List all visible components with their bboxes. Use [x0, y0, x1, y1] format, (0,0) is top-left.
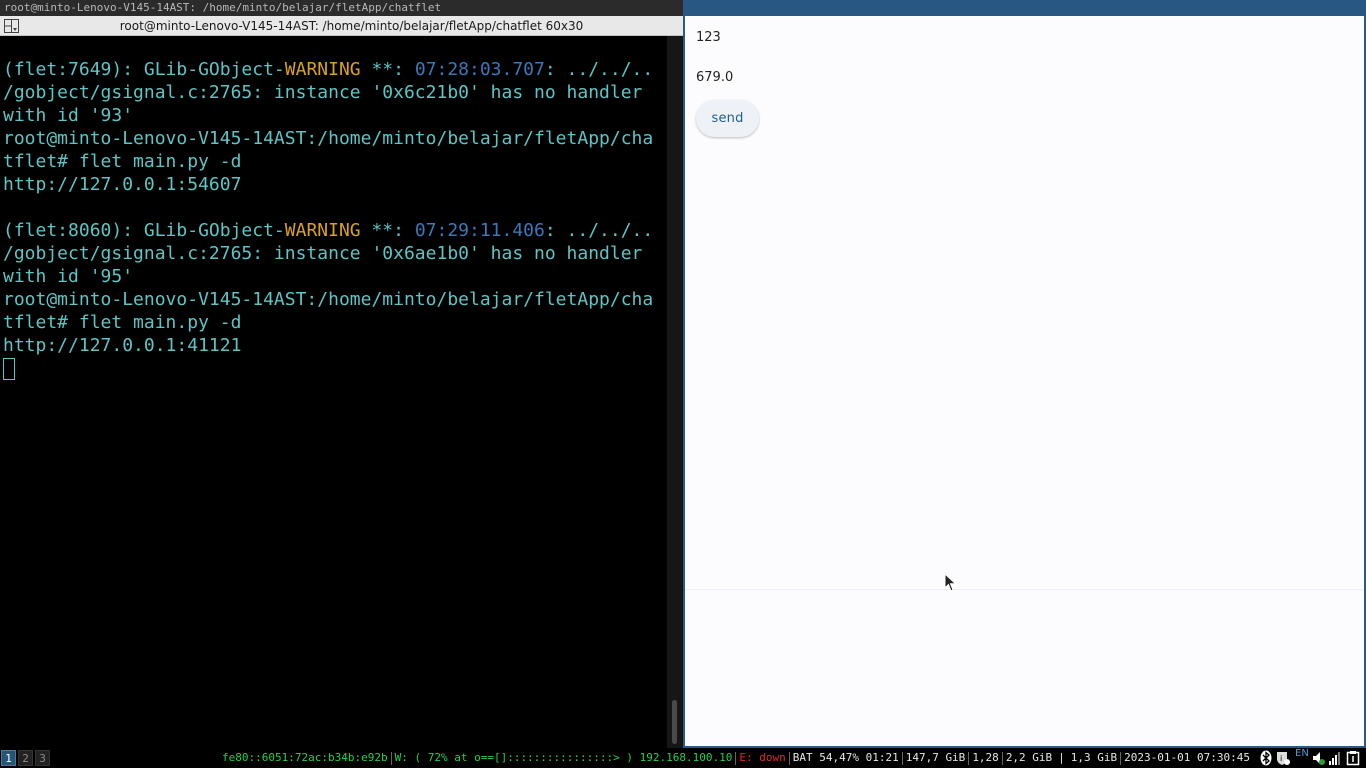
terminal-text-segment: tflet# flet main.py -d — [3, 312, 242, 333]
terminal-text-segment: WARNING — [284, 59, 361, 80]
terminal-text-segment: **: — [360, 220, 415, 241]
status-ethernet: E: down — [739, 751, 786, 764]
terminal-text-segment: 07:28:03.707 — [414, 59, 545, 80]
app-content: 123 679.0 send — [685, 16, 1364, 746]
system-tray: i EN — [1256, 748, 1366, 768]
status-datetime: 2023-01-01 07:30:45 — [1124, 751, 1250, 764]
mouse-pointer-icon — [944, 573, 957, 592]
status-wifi: W: ( 72% at o==[]::::::::::::::::> ) 192… — [394, 751, 733, 764]
terminal-text-segment: http://127.0.0.1:54607 — [3, 174, 242, 195]
text-value-1: 123 — [696, 30, 721, 45]
keyboard-layout[interactable]: EN — [1295, 748, 1309, 759]
terminal-scrollbar[interactable] — [667, 36, 683, 748]
bluetooth-icon[interactable] — [1260, 750, 1272, 766]
terminal-line: (flet:7649): GLib-GObject-WARNING **: 07… — [3, 58, 667, 81]
terminal-line: with id '95' — [3, 265, 667, 288]
status-disk: 147,7 GiB — [905, 751, 966, 764]
terminal-line: http://127.0.0.1:54607 — [3, 173, 667, 196]
terminal-text-segment: : ../../.. — [544, 59, 654, 80]
status-memory-avail: 1,3 GiB — [1070, 751, 1118, 764]
terminal-text-segment: WARNING — [284, 220, 361, 241]
terminal-text-segment: /gobject/gsignal.c:2765: instance '0x6ae… — [3, 243, 643, 264]
terminal-line: /gobject/gsignal.c:2765: instance '0x6ae… — [3, 242, 667, 265]
terminal-text-segment: root@minto-Lenovo-V145-14AST:/home/minto… — [3, 289, 654, 310]
wifi-signal-icon[interactable] — [1328, 750, 1342, 766]
svg-text:i: i — [1280, 754, 1282, 763]
status-load: 1,28 — [972, 751, 999, 764]
terminal-text-segment: http://127.0.0.1:41121 — [3, 335, 242, 356]
terminal-line: tflet# flet main.py -d — [3, 311, 667, 334]
terminal-line: tflet# flet main.py -d — [3, 150, 667, 173]
status-memory-used: 2,2 GiB — [1005, 751, 1053, 764]
app-window[interactable]: 123 679.0 send — [683, 0, 1366, 748]
text-value-2: 679.0 — [696, 70, 734, 85]
terminal-line: with id '93' — [3, 104, 667, 127]
network-manager-icon[interactable]: i — [1275, 750, 1291, 766]
terminal-text-segment: (flet:8060): GLib-GObject- — [3, 220, 285, 241]
divider — [685, 589, 1364, 590]
workspace-button-3[interactable]: 3 — [35, 750, 50, 766]
status-items: fe80::6051:72ac:b34b:e92b W: ( 72% at o=… — [219, 748, 1253, 768]
scrollbar-thumb[interactable] — [672, 700, 677, 744]
app-window-title-bar[interactable] — [683, 0, 1366, 16]
volume-icon[interactable] — [1312, 750, 1326, 766]
terminal-output[interactable]: (flet:7649): GLib-GObject-WARNING **: 07… — [0, 36, 667, 748]
terminal-line: (flet:8060): GLib-GObject-WARNING **: 07… — [3, 219, 667, 242]
terminal-text-segment: with id '93' — [3, 105, 134, 126]
clipboard-icon[interactable] — [1346, 750, 1360, 766]
workspace-button-2[interactable]: 2 — [18, 750, 33, 766]
terminal-title: root@minto-Lenovo-V145-14AST: /home/mint… — [119, 19, 584, 33]
send-button[interactable]: send — [696, 100, 759, 137]
terminal-title-bar[interactable]: root@minto-Lenovo-V145-14AST: /home/mint… — [0, 16, 683, 36]
terminal-text-segment: 07:29:11.406 — [414, 220, 545, 241]
terminal-line: root@minto-Lenovo-V145-14AST:/home/minto… — [3, 288, 667, 311]
status-battery: BAT 54,47% 01:21 — [792, 751, 899, 764]
terminal-text-segment: **: — [360, 59, 415, 80]
terminal-text-segment: tflet# flet main.py -d — [3, 151, 242, 172]
workspace-button-1[interactable]: 1 — [1, 750, 16, 766]
terminal-prompt-line[interactable] — [3, 357, 667, 380]
status-bar: 1 2 3 fe80::6051:72ac:b34b:e92b W: ( 72%… — [0, 748, 1366, 768]
terminal-text-segment: root@minto-Lenovo-V145-14AST:/home/minto… — [3, 128, 654, 149]
terminal-line: http://127.0.0.1:41121 — [3, 334, 667, 357]
terminal-text-segment: /gobject/gsignal.c:2765: instance '0x6c2… — [3, 82, 643, 103]
terminal-window[interactable]: root@minto-Lenovo-V145-14AST: /home/mint… — [0, 0, 683, 748]
terminal-line: /gobject/gsignal.c:2765: instance '0x6c2… — [3, 81, 667, 104]
terminal-cursor — [3, 358, 15, 380]
status-ipv6: fe80::6051:72ac:b34b:e92b — [222, 751, 388, 764]
terminal-text-segment: (flet:7649): GLib-GObject- — [3, 59, 285, 80]
terminal-text-segment: with id '95' — [3, 266, 134, 287]
terminal-line: root@minto-Lenovo-V145-14AST:/home/minto… — [3, 127, 667, 150]
status-pipe: | — [1058, 751, 1065, 764]
terminal-menu-icon[interactable] — [4, 19, 19, 33]
terminal-text-segment: : ../../.. — [544, 220, 654, 241]
window-title-bar[interactable]: root@minto-Lenovo-V145-14AST: /home/mint… — [0, 0, 683, 16]
